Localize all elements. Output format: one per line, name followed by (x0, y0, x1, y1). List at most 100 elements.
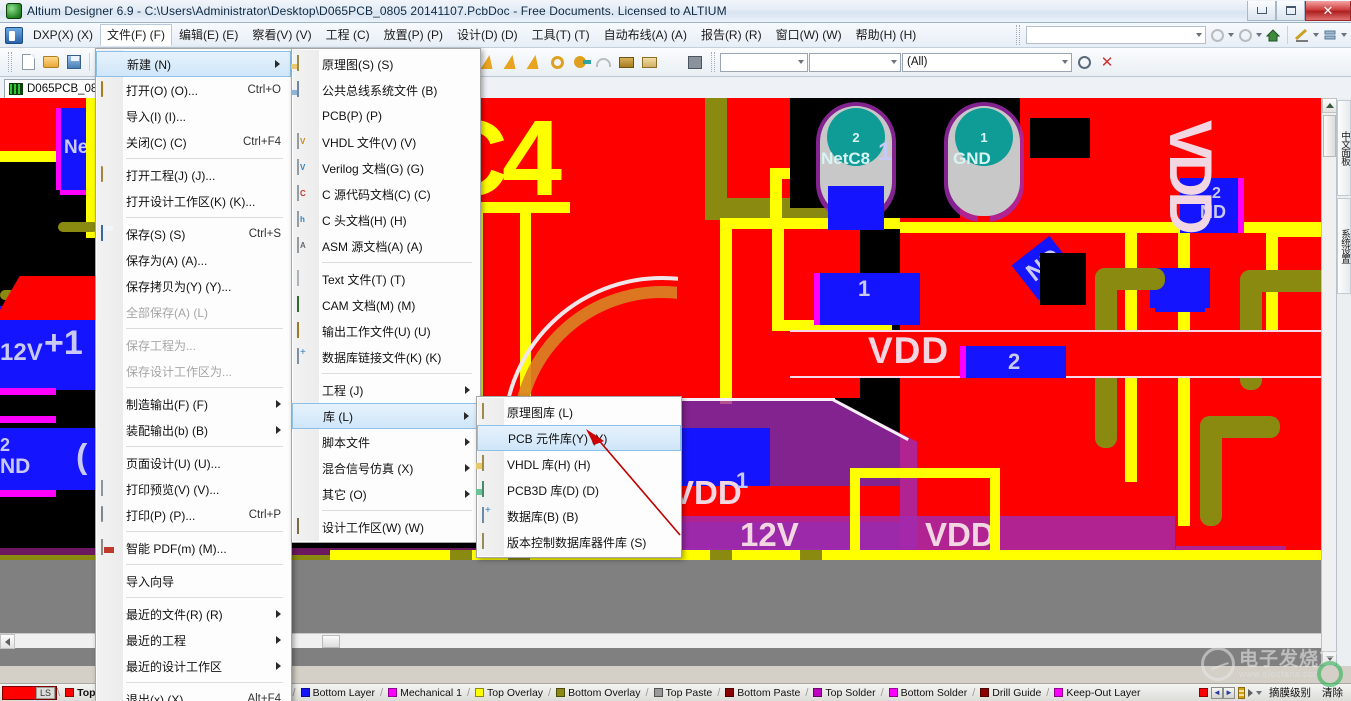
menu-tools[interactable]: 工具(T) (T) (525, 24, 597, 46)
menu-window[interactable]: 窗口(W) (W) (769, 24, 849, 46)
menu-item-save-copy-as[interactable]: 保存拷贝为(Y) (Y)... (96, 273, 291, 299)
layer-tab-bottom-layer[interactable]: Bottom Layer (296, 687, 380, 699)
menu-item-text-file[interactable]: Text 文件(T) (T) (292, 266, 480, 292)
close-button[interactable]: ✕ (1305, 1, 1351, 21)
menu-item-output-job[interactable]: 输出工作文件(U) (U) (292, 318, 480, 344)
menu-item-pcb[interactable]: PCB(P) (P) (292, 103, 480, 129)
menu-item-exit[interactable]: 退出(x) (X) Alt+F4 (96, 686, 291, 701)
layer-tab-drill-guide[interactable]: Drill Guide (975, 687, 1046, 699)
menu-item-schematic[interactable]: 原理图(S) (S) (292, 51, 480, 77)
menu-item-recent-workspaces[interactable]: 最近的设计工作区 (96, 653, 291, 679)
layer-prev-button[interactable]: ◄ (1211, 686, 1223, 699)
forward-chevron-down-icon[interactable] (1256, 33, 1262, 37)
menu-project[interactable]: 工程 (C) (319, 24, 377, 46)
filter-combo-2[interactable] (809, 52, 901, 72)
layer-tab-top-paste[interactable]: Top Paste (649, 687, 718, 699)
clear-filter-icon[interactable]: ✕ (1096, 51, 1118, 73)
save-icon[interactable] (63, 51, 85, 73)
menu-item-schematic-library[interactable]: 原理图库 (L) (477, 399, 681, 425)
layer-next-button[interactable]: ► (1223, 686, 1235, 699)
menu-view[interactable]: 察看(V) (V) (245, 24, 318, 46)
dxp-badge-icon[interactable] (5, 26, 23, 44)
home-icon[interactable] (1264, 26, 1282, 44)
menu-file[interactable]: 文件(F) (F) (100, 24, 172, 46)
menu-item-recent-documents[interactable]: 最近的文件(R) (R) (96, 601, 291, 627)
menu-dxp[interactable]: DXP(X) (X) (26, 24, 100, 46)
menu-item-pcb-library[interactable]: PCB 元件库(Y) (Y) (477, 425, 681, 451)
layer-tab-mechanical-1[interactable]: Mechanical 1 (383, 687, 467, 699)
menu-help[interactable]: 帮助(H) (H) (849, 24, 924, 46)
menu-item-open[interactable]: 打开(O) (O)... Ctrl+O (96, 77, 291, 103)
vertical-scroll-thumb[interactable] (1323, 115, 1336, 157)
layers-icon[interactable] (1321, 26, 1339, 44)
place-track3-icon[interactable] (523, 51, 545, 73)
filter-combo-1[interactable] (720, 52, 808, 72)
layer-tab-bottom-overlay[interactable]: Bottom Overlay (551, 687, 645, 699)
menu-item-assembly-outputs[interactable]: 装配输出(b) (B) (96, 417, 291, 443)
menu-item-script-file[interactable]: 脚本文件 (292, 429, 480, 455)
menu-item-c-source[interactable]: C 源代码文档(C) (C) (292, 181, 480, 207)
toolbar-grip[interactable] (1016, 25, 1020, 45)
menu-item-verilog-file[interactable]: Verilog 文档(G) (G) (292, 155, 480, 181)
menu-item-database-library[interactable]: 数据库(B) (B) (477, 503, 681, 529)
menu-item-bus-system[interactable]: 公共总线系统文件 (B) (292, 77, 480, 103)
menu-item-save[interactable]: 保存(S) (S) Ctrl+S (96, 221, 291, 247)
place-string-icon[interactable] (661, 51, 683, 73)
panel-tab-chinese[interactable]: 中文面板 (1337, 100, 1351, 196)
place-via-icon[interactable] (569, 51, 591, 73)
menu-item-print-preview[interactable]: 打印预览(V) (V)... (96, 476, 291, 502)
scope-combo[interactable]: (All) (902, 52, 1072, 72)
layer-tab-top-overlay[interactable]: Top Overlay (470, 687, 548, 699)
menu-item-recent-projects[interactable]: 最近的工程 (96, 627, 291, 653)
menu-item-design-workspace[interactable]: 设计工作区(W) (W) (292, 514, 480, 540)
menu-item-smart-pdf[interactable]: 智能 PDF(m) (M)... (96, 535, 291, 561)
menu-item-asm-source[interactable]: ASM 源文档(A) (A) (292, 233, 480, 259)
menu-item-fabrication-outputs[interactable]: 制造输出(F) (F) (96, 391, 291, 417)
menu-item-vcs-database-library[interactable]: 版本控制数据库器件库 (S) (477, 529, 681, 555)
layer-tab-bottom-paste[interactable]: Bottom Paste (720, 687, 805, 699)
place-component-icon[interactable] (684, 51, 706, 73)
menu-item-page-setup[interactable]: 页面设计(U) (U)... (96, 450, 291, 476)
layers-chevron-down-icon[interactable] (1341, 33, 1347, 37)
open-folder-icon[interactable] (40, 51, 62, 73)
menu-item-library[interactable]: 库 (L) (292, 403, 480, 429)
layer-color-swatch[interactable]: LS (2, 685, 57, 700)
menu-item-new[interactable]: 新建 (N) (96, 51, 291, 77)
scroll-left-button[interactable] (0, 634, 15, 649)
menu-item-mixed-signal-sim[interactable]: 混合信号仿真 (X) (292, 455, 480, 481)
layer-tab-keepout-layer[interactable]: Keep-Out Layer (1049, 687, 1145, 699)
scroll-up-button[interactable] (1322, 98, 1337, 113)
mask-level-button[interactable]: 摘膜级别 (1265, 685, 1315, 700)
back-icon[interactable] (1208, 26, 1226, 44)
menu-report[interactable]: 报告(R) (R) (694, 24, 769, 46)
menu-edit[interactable]: 编辑(E) (E) (172, 24, 245, 46)
clear-button[interactable]: 清除 (1318, 685, 1347, 700)
new-document-icon[interactable] (17, 51, 39, 73)
menu-autoroute[interactable]: 自动布线(A) (A) (597, 24, 694, 46)
menu-item-save-as[interactable]: 保存为(A) (A)... (96, 247, 291, 273)
menu-item-close[interactable]: 关闭(C) (C) Ctrl+F4 (96, 129, 291, 155)
menu-item-vhdl-file[interactable]: VHDL 文件(V) (V) (292, 129, 480, 155)
menu-item-open-project[interactable]: 打开工程(J) (J)... (96, 162, 291, 188)
menu-item-database-link[interactable]: 数据库链接文件(K) (K) (292, 344, 480, 370)
layer-tab-top-solder[interactable]: Top Solder (808, 687, 880, 699)
place-pad-icon[interactable] (546, 51, 568, 73)
menu-item-other[interactable]: 其它 (O) (292, 481, 480, 507)
coil-icon[interactable] (1238, 686, 1245, 699)
place-track2-icon[interactable] (500, 51, 522, 73)
maximize-button[interactable] (1276, 1, 1305, 21)
layer-tab-bottom-solder[interactable]: Bottom Solder (884, 687, 973, 699)
panel-tab-system[interactable]: 系统设置 (1337, 198, 1351, 294)
play-icon[interactable] (1248, 688, 1253, 697)
menu-item-pcb3d-library[interactable]: PCB3D 库(D) (D) (477, 477, 681, 503)
ruler-icon[interactable] (1293, 26, 1311, 44)
chevron-down-icon[interactable] (1256, 690, 1262, 695)
menu-item-cam-file[interactable]: CAM 文档(M) (M) (292, 292, 480, 318)
find-similar-icon[interactable] (1073, 51, 1095, 73)
menu-item-import-wizard[interactable]: 导入向导 (96, 568, 291, 594)
menu-item-open-workspace[interactable]: 打开设计工作区(K) (K)... (96, 188, 291, 214)
place-arc-icon[interactable] (592, 51, 614, 73)
menu-item-vhdl-library[interactable]: VHDL 库(H) (H) (477, 451, 681, 477)
forward-icon[interactable] (1236, 26, 1254, 44)
quick-search-combo[interactable] (1026, 26, 1206, 44)
